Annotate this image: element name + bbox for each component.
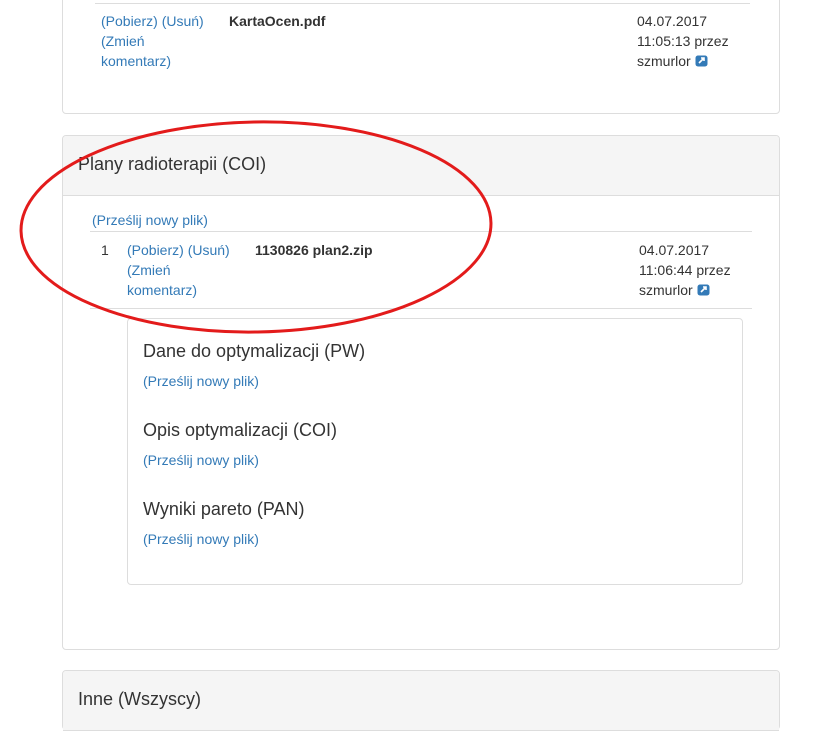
file-name: KartaOcen.pdf	[229, 13, 326, 29]
panel-heading: Inne (Wszyscy)	[63, 671, 779, 731]
delete-link[interactable]: (Usuń)	[188, 242, 230, 258]
panel-title: Plany radioterapii (COI)	[78, 154, 267, 174]
file-index: 1	[101, 242, 109, 258]
section-title-pw: Dane do optymalizacji (PW)	[143, 341, 366, 361]
file-date: 04.07.2017	[637, 13, 708, 29]
change-comment-label-2: komentarz)	[101, 53, 172, 69]
row-divider	[95, 3, 750, 4]
row-divider	[90, 231, 752, 232]
file-meta: 04.07.2017 11:05:13 przez szmurlor	[637, 11, 729, 71]
external-link-icon[interactable]	[695, 52, 708, 67]
file-user: szmurlor	[637, 53, 691, 69]
section-title-pan: Wyniki pareto (PAN)	[143, 499, 305, 519]
change-comment-link[interactable]: (Zmień komentarz)	[127, 262, 197, 298]
download-link[interactable]: (Pobierz)	[127, 242, 184, 258]
section-title-coi: Opis optymalizacji (COI)	[143, 420, 338, 440]
file-date: 04.07.2017	[639, 242, 710, 258]
change-comment-label-2: komentarz)	[127, 282, 198, 298]
change-comment-link[interactable]: (Zmień komentarz)	[101, 33, 171, 69]
upload-new-file-link[interactable]: (Prześlij nowy plik)	[143, 531, 259, 547]
download-link[interactable]: (Pobierz)	[101, 13, 158, 29]
change-comment-label-1: (Zmień	[127, 262, 171, 278]
upload-new-file-link[interactable]: (Prześlij nowy plik)	[92, 210, 208, 230]
file-meta: 04.07.2017 11:06:44 przez szmurlor	[639, 240, 731, 300]
file-name: 1130826 plan2.zip	[255, 242, 373, 258]
row-divider	[90, 308, 752, 309]
file-user: szmurlor	[639, 282, 693, 298]
file-time-by: 11:05:13 przez	[637, 33, 729, 49]
delete-link[interactable]: (Usuń)	[162, 13, 204, 29]
other-panel: Inne (Wszyscy)	[62, 670, 780, 731]
file-time-by: 11:06:44 przez	[639, 262, 731, 278]
change-comment-label-1: (Zmień	[101, 33, 145, 49]
top-file-actions: (Pobierz) (Usuń) (Zmień komentarz)	[101, 11, 204, 71]
file-actions: (Pobierz) (Usuń) (Zmień komentarz)	[127, 240, 230, 300]
upload-new-file-link[interactable]: (Prześlij nowy plik)	[143, 373, 259, 389]
panel-heading: Plany radioterapii (COI)	[63, 136, 779, 196]
panel-title: Inne (Wszyscy)	[78, 689, 202, 709]
external-link-icon[interactable]	[697, 281, 710, 296]
upload-new-file-link[interactable]: (Prześlij nowy plik)	[143, 452, 259, 468]
